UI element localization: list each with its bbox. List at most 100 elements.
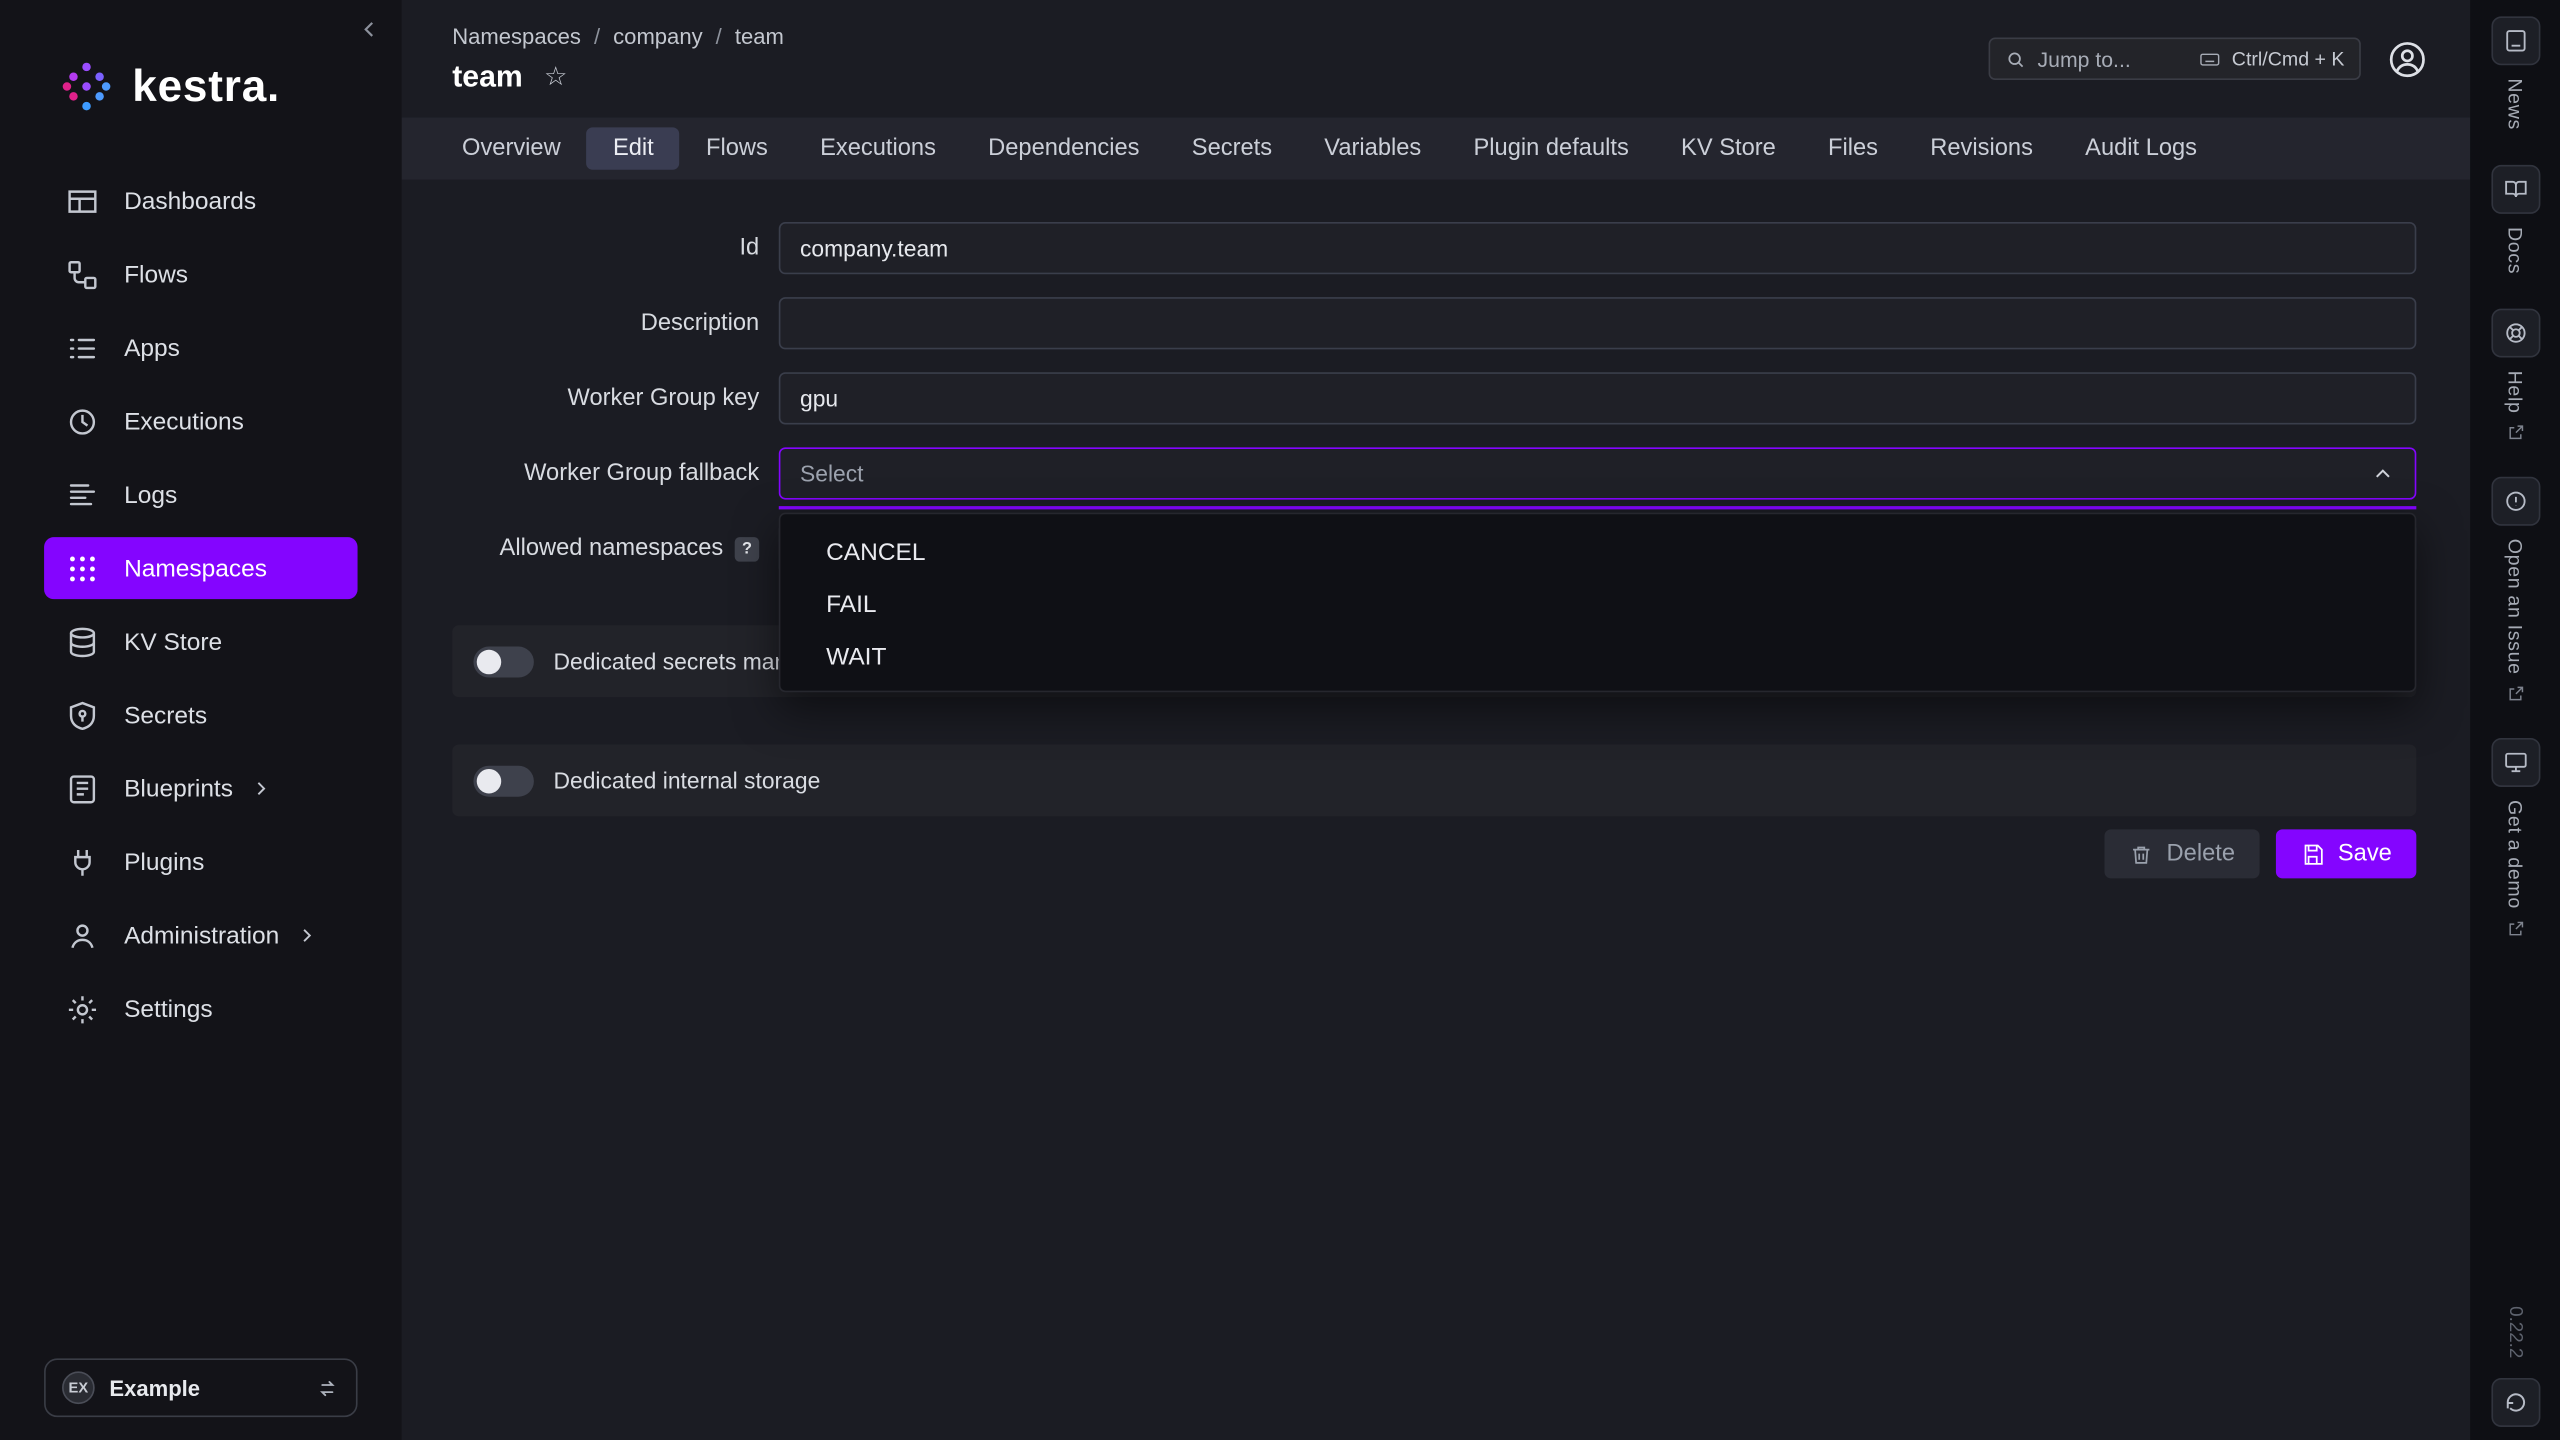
header-left: Namespaces / company / team team ☆	[452, 24, 784, 94]
keyboard-icon	[2199, 48, 2220, 69]
rail-item-help[interactable]: Help	[2491, 308, 2540, 442]
sidebar-item-label: Dashboards	[124, 187, 256, 215]
form-row-description: Description	[452, 297, 2416, 349]
sidebar-item-flows[interactable]: Flows	[44, 243, 357, 305]
id-input[interactable]	[779, 222, 2417, 274]
open-issue-icon	[2491, 476, 2540, 525]
select-value: Select	[800, 460, 864, 486]
help-lifebuoy-icon	[2491, 308, 2540, 357]
tab-variables[interactable]: Variables	[1298, 127, 1447, 169]
tab-revisions[interactable]: Revisions	[1904, 127, 2059, 169]
save-button[interactable]: Save	[2276, 829, 2417, 878]
external-link-icon	[2505, 919, 2525, 939]
help-icon[interactable]: ?	[735, 536, 759, 560]
tab-overview[interactable]: Overview	[436, 127, 587, 169]
logs-icon	[65, 478, 99, 512]
plugins-icon	[65, 845, 99, 879]
tab-executions[interactable]: Executions	[794, 127, 962, 169]
version-label: 0.22.2	[2505, 1306, 2525, 1358]
dedicated-internal-storage-toggle[interactable]	[473, 765, 533, 796]
kestra-logo-icon	[59, 59, 115, 115]
chevron-right-icon	[249, 777, 272, 800]
search-shortcut: Ctrl/Cmd + K	[2232, 47, 2345, 70]
sidebar: kestra. Dashboards Flows Apps Executions	[0, 0, 402, 1440]
form-actions: Delete Save	[452, 829, 2416, 878]
form-row-worker-group-key: Worker Group key	[452, 372, 2416, 424]
user-avatar[interactable]	[2387, 38, 2428, 79]
sidebar-item-executions[interactable]: Executions	[44, 390, 357, 452]
tab-files[interactable]: Files	[1802, 127, 1904, 169]
sidebar-item-apps[interactable]: Apps	[44, 317, 357, 379]
tab-secrets[interactable]: Secrets	[1166, 127, 1299, 169]
rail-label: Open an Issue	[2504, 539, 2527, 675]
sidebar-item-kv-store[interactable]: KV Store	[44, 611, 357, 673]
delete-button[interactable]: Delete	[2105, 829, 2260, 878]
worker-group-key-label: Worker Group key	[452, 372, 779, 424]
worker-group-fallback-dropdown: CANCEL FAIL WAIT	[779, 513, 2417, 693]
rail-label: Help	[2504, 370, 2527, 413]
sidebar-item-label: Secrets	[124, 701, 207, 729]
dropdown-option-wait[interactable]: WAIT	[780, 632, 2414, 684]
rail-item-open-an-issue[interactable]: Open an Issue	[2491, 476, 2540, 703]
refresh-icon[interactable]	[2491, 1378, 2540, 1427]
sidebar-item-label: Apps	[124, 334, 180, 362]
tab-flows[interactable]: Flows	[680, 127, 794, 169]
sidebar-item-label: Flows	[124, 260, 188, 288]
rail-item-get-a-demo[interactable]: Get a demo	[2491, 738, 2540, 938]
tenant-selector[interactable]: EX Example	[44, 1358, 357, 1417]
tab-audit-logs[interactable]: Audit Logs	[2059, 127, 2223, 169]
kestra-logo[interactable]: kestra.	[59, 59, 280, 115]
sidebar-item-settings[interactable]: Settings	[44, 978, 357, 1040]
form-row-id: Id	[452, 222, 2416, 274]
worker-group-fallback-select[interactable]: Select	[779, 447, 2417, 499]
tab-edit[interactable]: Edit	[587, 127, 680, 169]
dropdown-option-fail[interactable]: FAIL	[780, 580, 2414, 632]
sidebar-item-dashboards[interactable]: Dashboards	[44, 170, 357, 232]
tab-dependencies[interactable]: Dependencies	[962, 127, 1166, 169]
tab-plugin-defaults[interactable]: Plugin defaults	[1447, 127, 1655, 169]
dashboards-icon	[65, 184, 99, 218]
sidebar-collapse-button[interactable]	[356, 16, 382, 49]
id-label: Id	[452, 222, 779, 274]
tab-kv-store[interactable]: KV Store	[1655, 127, 1802, 169]
sidebar-item-secrets[interactable]: Secrets	[44, 684, 357, 746]
search-icon	[2005, 48, 2026, 69]
description-input[interactable]	[779, 297, 2417, 349]
kv-store-icon	[65, 624, 99, 658]
save-icon	[2300, 842, 2324, 866]
toggle-row-dedicated-internal-storage: Dedicated internal storage	[452, 744, 2416, 816]
chevron-up-icon	[2371, 461, 2395, 485]
switch-tenant-icon	[315, 1376, 339, 1400]
tenant-name: Example	[109, 1376, 300, 1400]
allowed-namespaces-label: Allowed namespaces ?	[452, 522, 779, 574]
sidebar-item-label: Settings	[124, 995, 212, 1023]
sidebar-item-administration[interactable]: Administration	[44, 904, 357, 966]
favorite-star-icon[interactable]: ☆	[544, 60, 567, 93]
sidebar-item-logs[interactable]: Logs	[44, 464, 357, 526]
sidebar-nav: Dashboards Flows Apps Executions Logs	[44, 170, 357, 1052]
breadcrumb-item-team[interactable]: team	[735, 24, 784, 48]
worker-group-fallback-label: Worker Group fallback	[452, 447, 779, 499]
dropdown-option-cancel[interactable]: CANCEL	[780, 527, 2414, 579]
rail-label: Docs	[2504, 226, 2527, 273]
sidebar-item-namespaces[interactable]: Namespaces	[44, 537, 357, 599]
rail-item-docs[interactable]: Docs	[2491, 164, 2540, 273]
sidebar-item-label: Namespaces	[124, 554, 267, 582]
tenant-badge: EX	[62, 1371, 95, 1404]
breadcrumb-item-company[interactable]: company	[613, 24, 702, 48]
external-link-icon	[2505, 684, 2525, 704]
worker-group-key-input[interactable]	[779, 372, 2417, 424]
breadcrumb-item-namespaces[interactable]: Namespaces	[452, 24, 581, 48]
sidebar-item-blueprints[interactable]: Blueprints	[44, 758, 357, 820]
sidebar-item-label: Plugins	[124, 848, 204, 876]
dedicated-secrets-manager-toggle[interactable]	[473, 646, 533, 677]
select-focus-underline	[779, 506, 2417, 509]
sidebar-item-label: Blueprints	[124, 775, 233, 803]
rail-item-news[interactable]: News	[2491, 16, 2540, 130]
description-label: Description	[452, 297, 779, 349]
blueprints-icon	[65, 771, 99, 805]
trash-icon	[2129, 842, 2153, 866]
sidebar-item-plugins[interactable]: Plugins	[44, 831, 357, 893]
search-input[interactable]: Jump to... Ctrl/Cmd + K	[1989, 38, 2361, 80]
executions-icon	[65, 404, 99, 438]
